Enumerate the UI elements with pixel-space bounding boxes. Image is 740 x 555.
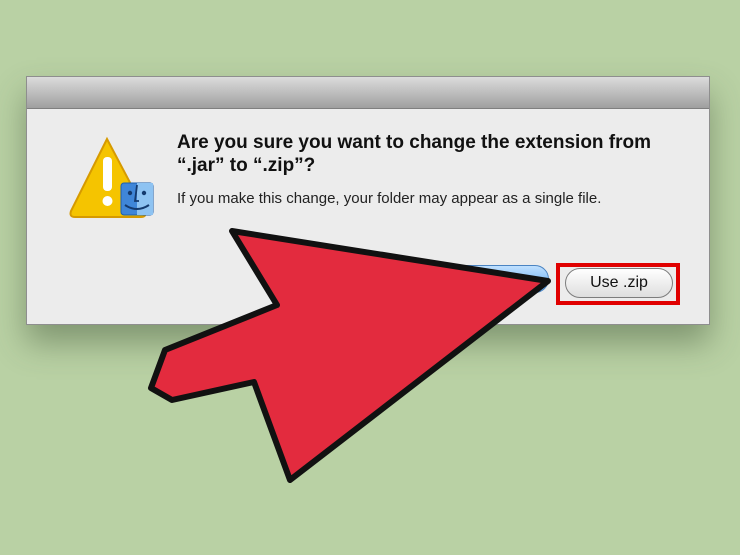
change-extension-dialog: Are you sure you want to change the exte… <box>26 76 710 325</box>
use-zip-button[interactable]: Use .zip <box>565 268 673 298</box>
dialog-title: Are you sure you want to change the exte… <box>177 132 652 176</box>
dialog-titlebar <box>27 77 709 109</box>
warning-icon <box>67 135 155 223</box>
dialog-message: If you make this change, your folder may… <box>177 190 602 207</box>
obscured-button[interactable] <box>451 265 549 293</box>
finder-icon <box>120 182 154 216</box>
